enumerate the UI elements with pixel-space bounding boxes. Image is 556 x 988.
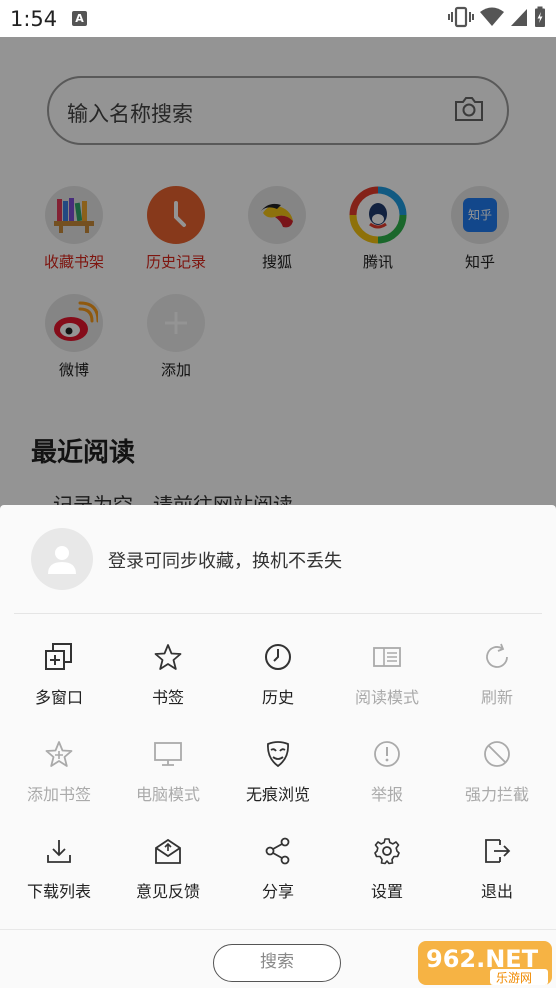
status-time: 1:54 [10,7,58,31]
divider [0,929,556,930]
star-icon [154,644,182,670]
signal-icon [511,9,527,26]
download-icon [47,840,71,863]
watermark-sub-text: 乐游网 [496,971,532,985]
report-icon [374,741,400,767]
wifi-icon [480,7,504,26]
share-button[interactable]: 分享 [223,836,333,902]
notification-a-icon: A [72,11,87,26]
avatar[interactable] [31,528,93,590]
menu-label: 无痕浏览 [245,785,310,804]
share-icon [265,837,290,865]
menu-sheet: 登录可同步收藏，换机不丢失 多窗口 书签 历史 阅读模式 刷新 添加书签 电脑模… [0,505,556,988]
bottom-search-button[interactable]: 搜索 [213,944,341,982]
user-icon [48,546,76,574]
report-button[interactable]: 举报 [332,739,442,805]
history-clock-icon [265,644,291,670]
exit-button[interactable]: 退出 [442,836,552,902]
multi-window-button[interactable]: 多窗口 [4,642,114,708]
bookmark-button[interactable]: 书签 [113,642,223,708]
add-bookmark-button[interactable]: 添加书签 [4,739,114,805]
reading-mode-button[interactable]: 阅读模式 [332,642,442,708]
incognito-button[interactable]: 无痕浏览 [223,739,333,805]
menu-label: 刷新 [480,688,513,707]
menu-label: 阅读模式 [354,688,419,707]
vibrate-icon [448,6,474,28]
menu-label: 添加书签 [26,785,91,804]
menu-label: 历史 [261,688,294,707]
feedback-icon [155,838,181,864]
desktop-icon [154,742,182,766]
download-list-button[interactable]: 下载列表 [4,836,114,902]
menu-label: 意见反馈 [135,882,200,901]
menu-label: 强力拦截 [464,785,529,804]
block-icon [484,741,510,767]
refresh-button[interactable]: 刷新 [442,642,552,708]
menu-label: 电脑模式 [135,785,200,804]
history-button[interactable]: 历史 [223,642,333,708]
watermark-logo: 962.NET 乐游网 [418,937,552,988]
login-row[interactable]: 登录可同步收藏，换机不丢失 [0,505,556,613]
status-bar: 1:54 A [0,0,556,37]
reading-mode-icon [373,647,401,667]
divider [14,613,542,614]
menu-label: 分享 [261,882,294,901]
desktop-mode-button[interactable]: 电脑模式 [113,739,223,805]
gear-icon [374,838,400,865]
menu-label: 设置 [370,882,403,901]
watermark-main-text: 962.NET [426,945,539,973]
refresh-icon [486,643,508,668]
battery-icon [535,6,545,27]
feedback-button[interactable]: 意见反馈 [113,836,223,902]
settings-button[interactable]: 设置 [332,836,442,902]
login-prompt: 登录可同步收藏，换机不丢失 [108,551,342,572]
block-button[interactable]: 强力拦截 [442,739,552,805]
add-bookmark-star-icon [45,741,73,767]
multi-window-icon [45,643,72,670]
menu-label: 下载列表 [26,882,91,901]
menu-label: 书签 [151,688,184,707]
exit-icon [485,839,511,863]
menu-label: 举报 [370,785,403,804]
menu-label: 多窗口 [34,688,83,707]
incognito-mask-icon [267,741,289,768]
menu-label: 退出 [480,882,513,901]
